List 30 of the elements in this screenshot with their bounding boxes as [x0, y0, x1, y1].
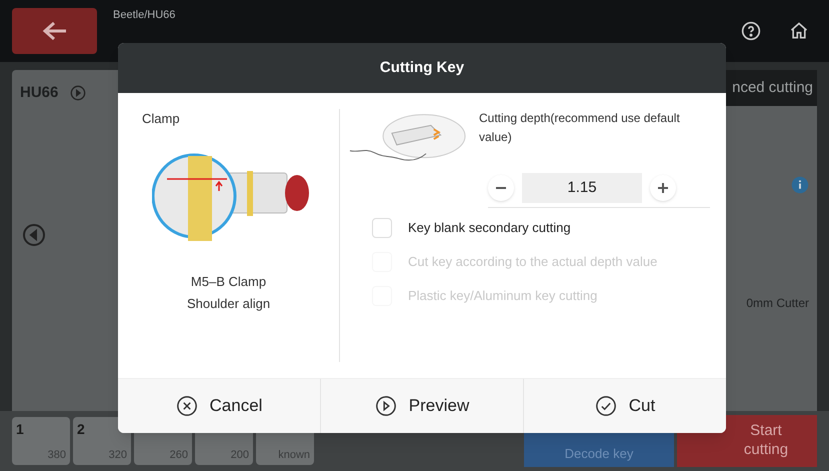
tab-label: nced cutting: [732, 78, 813, 98]
decrease-button[interactable]: [488, 175, 514, 201]
previous-circle-icon[interactable]: [22, 222, 46, 246]
checkbox[interactable]: [372, 218, 392, 238]
cell-index: 1: [16, 420, 25, 439]
back-button[interactable]: [12, 8, 97, 54]
increase-button[interactable]: [650, 175, 676, 201]
cut-button[interactable]: Cut: [523, 379, 726, 433]
check-circle-icon: [594, 395, 617, 417]
info-icon[interactable]: [791, 176, 809, 194]
option-label: Key blank secondary cutting: [408, 219, 571, 238]
key-name: HU66: [20, 83, 58, 103]
clamp-heading: Clamp: [142, 110, 181, 128]
cutter-label: 0mm Cutter: [746, 295, 809, 312]
clamp-name: M5–B Clamp: [190, 272, 268, 291]
breadcrumb: Beetle/HU66: [113, 8, 176, 23]
play-circle-icon: [374, 395, 397, 417]
depth-label: Cutting depth(recommend use default value): [479, 110, 681, 146]
preview-button[interactable]: Preview: [320, 379, 523, 433]
clamp-alignment: Shoulder align: [186, 295, 272, 313]
dialog-title: Cutting Key: [380, 58, 464, 78]
plus-icon: [658, 183, 668, 193]
help-icon[interactable]: [741, 21, 761, 41]
minus-icon: [496, 187, 506, 189]
depth-value-field[interactable]: 1.15: [522, 173, 642, 203]
back-arrow-icon: [42, 20, 68, 42]
home-icon[interactable]: [789, 21, 809, 41]
close-circle-icon: [176, 395, 198, 417]
play-circle-icon[interactable]: [70, 85, 86, 102]
cell-index: 2: [77, 420, 86, 439]
